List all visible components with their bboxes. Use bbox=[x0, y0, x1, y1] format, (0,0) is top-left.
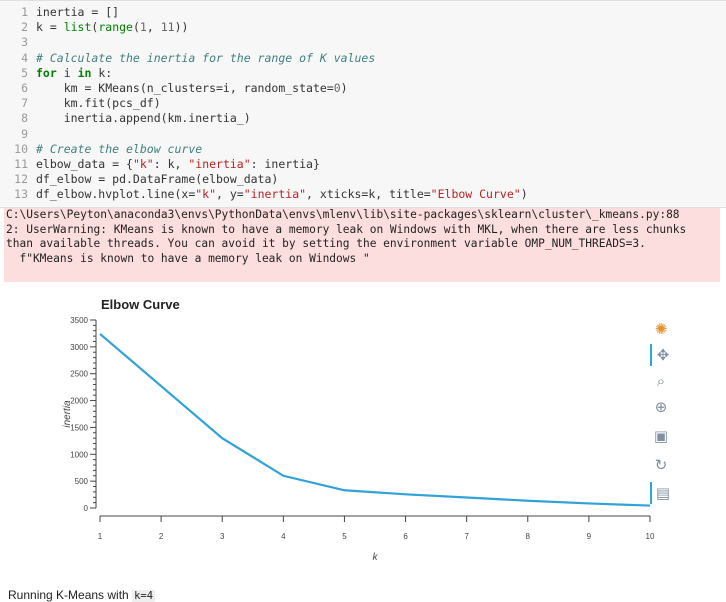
code-line: 2 k = list(range(1, 11)) bbox=[0, 20, 726, 35]
save-tool-icon[interactable]: ▣ bbox=[650, 425, 672, 447]
x-tick-label: 10 bbox=[646, 532, 655, 541]
code-line: 11 elbow_data = {"k": k, "inertia": inert… bbox=[0, 157, 726, 172]
code-line: 1 inertia = [] bbox=[0, 5, 726, 20]
code-line: 7 km.fit(pcs_df) bbox=[0, 96, 726, 111]
stderr-output: C:\Users\Peyton\anaconda3\envs\PythonDat… bbox=[4, 208, 720, 282]
code-text: inertia.append(km.inertia_) bbox=[36, 111, 251, 126]
pan-tool-icon[interactable]: ✥ bbox=[650, 344, 674, 366]
markdown-inline-code: k=4 bbox=[132, 590, 155, 602]
x-tick-label: 8 bbox=[526, 532, 531, 541]
code-text: for i in k: bbox=[36, 66, 112, 81]
x-tick-label: 7 bbox=[464, 532, 469, 541]
y-tick-label: 0 bbox=[84, 504, 89, 513]
code-line: 4 # Calculate the inertia for the range o… bbox=[0, 51, 726, 66]
line-number: 4 bbox=[0, 51, 28, 66]
y-tick-label: 1000 bbox=[70, 450, 88, 459]
wheel-zoom-tool-icon[interactable]: ⊕ bbox=[650, 396, 672, 418]
line-number: 12 bbox=[0, 172, 28, 187]
code-text: # Calculate the inertia for the range of… bbox=[36, 51, 375, 66]
reset-tool-icon[interactable]: ↻ bbox=[650, 454, 672, 476]
x-tick-label: 1 bbox=[98, 532, 103, 541]
code-text: # Create the elbow curve bbox=[36, 142, 202, 157]
code-line: 10 # Create the elbow curve bbox=[0, 142, 726, 157]
code-text: df_elbow.hvplot.line(x="k", y="inertia",… bbox=[36, 187, 528, 202]
inertia-line bbox=[100, 334, 650, 506]
line-number: 2 bbox=[0, 20, 28, 35]
y-tick-label: 3000 bbox=[70, 343, 88, 352]
code-cell[interactable]: 1 inertia = [] 2 k = list(range(1, 11)) 34 # … bbox=[0, 0, 726, 208]
line-number: 10 bbox=[0, 142, 28, 157]
code-line: 3 bbox=[0, 35, 726, 50]
code-line: 8 inertia.append(km.inertia_) bbox=[0, 111, 726, 126]
code-line: 6 km = KMeans(n_clusters=i, random_state… bbox=[0, 81, 726, 96]
code-text: k = list(range(1, 11)) bbox=[36, 20, 188, 35]
y-tick-label: 3500 bbox=[70, 316, 88, 325]
line-number: 3 bbox=[0, 35, 28, 50]
line-number: 7 bbox=[0, 96, 28, 111]
x-tick-label: 5 bbox=[342, 532, 347, 541]
code-line: 9 bbox=[0, 127, 726, 142]
chart-title: Elbow Curve bbox=[101, 297, 180, 312]
code-line: 12 df_elbow = pd.DataFrame(elbow_data) bbox=[0, 172, 726, 187]
y-tick-label: 500 bbox=[75, 477, 89, 486]
x-tick-label: 6 bbox=[403, 532, 408, 541]
bokeh-logo-icon: ✺ bbox=[650, 318, 672, 340]
code-line: 13 df_elbow.hvplot.line(x="k", y="inertia… bbox=[0, 187, 726, 202]
stderr-line: f"KMeans is known to have a memory leak … bbox=[4, 252, 720, 267]
stderr-line: 2: UserWarning: KMeans is known to have … bbox=[4, 223, 720, 238]
line-number: 11 bbox=[0, 157, 28, 172]
code-text: df_elbow = pd.DataFrame(elbow_data) bbox=[36, 172, 278, 187]
x-tick-label: 4 bbox=[281, 532, 286, 541]
y-tick-label: 2500 bbox=[70, 370, 88, 379]
code-text: inertia = [] bbox=[36, 5, 119, 20]
stderr-line: C:\Users\Peyton\anaconda3\envs\PythonDat… bbox=[4, 208, 720, 223]
x-tick-label: 3 bbox=[220, 532, 225, 541]
y-axis-label: inertia bbox=[62, 400, 73, 428]
x-tick-label: 2 bbox=[159, 532, 164, 541]
code-text: km.fit(pcs_df) bbox=[36, 96, 161, 111]
line-number: 5 bbox=[0, 66, 28, 81]
box-zoom-tool-icon[interactable]: ⌕ bbox=[650, 370, 672, 392]
line-number: 9 bbox=[0, 127, 28, 142]
line-number: 6 bbox=[0, 81, 28, 96]
stderr-line: than available threads. You can avoid it… bbox=[4, 237, 720, 252]
x-tick-label: 9 bbox=[587, 532, 592, 541]
line-number: 1 bbox=[0, 5, 28, 20]
code-line: 5 for i in k: bbox=[0, 66, 726, 81]
hover-tool-icon[interactable]: ▤ bbox=[650, 482, 674, 504]
code-text: elbow_data = {"k": k, "inertia": inertia… bbox=[36, 157, 320, 172]
code-text: km = KMeans(n_clusters=i, random_state=0… bbox=[36, 81, 348, 96]
line-number: 13 bbox=[0, 187, 28, 202]
elbow-curve-chart[interactable]: 050010001500200025003000350012345678910i… bbox=[0, 283, 726, 583]
x-axis-label: k bbox=[373, 552, 379, 563]
line-number: 8 bbox=[0, 111, 28, 126]
